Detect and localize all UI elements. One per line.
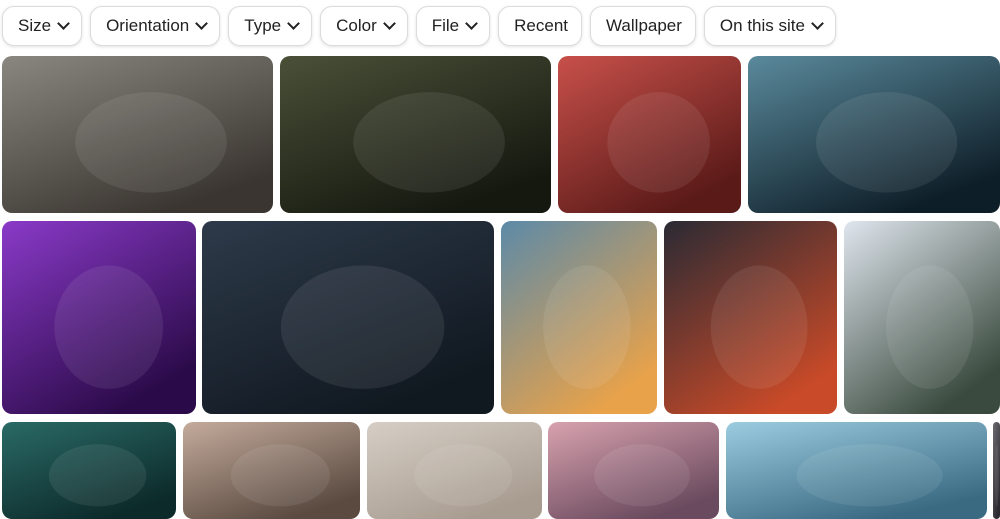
image-hand-red-blinds[interactable] [558, 56, 741, 213]
image-clouds-over-city[interactable] [501, 221, 657, 414]
image-pink-clouds[interactable] [548, 422, 719, 519]
image-purple-train-clouds-picture [2, 221, 196, 414]
image-hands-red-sunset-sky[interactable] [664, 221, 837, 414]
type-filter-button[interactable]: Type [228, 6, 313, 46]
image-back-among-leaves[interactable] [202, 221, 494, 414]
image-clouds-over-city-picture [501, 221, 657, 414]
image-hands-broken-glass-picture [726, 422, 987, 519]
image-pink-clouds-picture [548, 422, 719, 519]
image-boy-with-flowers-picture [2, 56, 273, 213]
size-filter-label: Size [18, 16, 52, 35]
chevron-down-icon [195, 17, 209, 30]
image-sun-over-street-picture [183, 422, 360, 519]
chevron-down-icon [811, 17, 824, 30]
image-silhouette-blue-room[interactable] [748, 56, 1000, 213]
image-hands-green-water-picture [2, 422, 176, 519]
image-hands-red-sunset-sky-picture [664, 221, 837, 414]
orientation-filter-label: Orientation [106, 16, 190, 35]
filter-bar: Size Orientation Type Color File Recent … [0, 0, 1000, 52]
image-hand-yellow-flower-field-picture [280, 56, 551, 213]
image-man-white-shirt-flowers-picture [844, 221, 1000, 414]
image-boy-with-flowers[interactable] [2, 56, 273, 213]
image-hands-broken-glass[interactable] [726, 422, 987, 519]
file-filter-label: File [431, 16, 460, 35]
chevron-down-icon [382, 17, 396, 30]
image-sun-over-street[interactable] [183, 422, 360, 519]
chevron-down-icon [57, 17, 70, 30]
image-purple-train-clouds[interactable] [2, 221, 196, 414]
image-hands-beige-background-picture [367, 422, 542, 519]
wallpaper-filter-button[interactable]: Wallpaper [590, 6, 696, 46]
file-filter-button[interactable]: File [415, 6, 491, 46]
image-partial-edge[interactable] [993, 422, 1000, 519]
image-hand-yellow-flower-field[interactable] [280, 56, 551, 213]
image-silhouette-blue-room-picture [748, 56, 1000, 213]
color-filter-label: Color [336, 16, 377, 35]
image-partial-edge-picture [993, 422, 1000, 519]
type-filter-label: Type [244, 16, 282, 35]
image-man-white-shirt-flowers[interactable] [844, 221, 1000, 414]
size-filter-button[interactable]: Size [2, 6, 83, 46]
recent-filter-button[interactable]: Recent [498, 6, 583, 46]
orientation-filter-button[interactable]: Orientation [90, 6, 221, 46]
on-this-site-filter-button[interactable]: On this site [703, 6, 836, 46]
on-this-site-filter-label: On this site [719, 16, 805, 35]
image-hands-green-water[interactable] [2, 422, 176, 519]
recent-filter-label: Recent [514, 16, 569, 35]
chevron-down-icon [287, 17, 300, 30]
chevron-down-icon [465, 17, 479, 30]
image-hands-beige-background[interactable] [367, 422, 542, 519]
image-hand-red-blinds-picture [558, 56, 741, 213]
wallpaper-filter-label: Wallpaper [606, 16, 682, 35]
image-back-among-leaves-picture [202, 221, 494, 414]
color-filter-button[interactable]: Color [320, 6, 408, 46]
